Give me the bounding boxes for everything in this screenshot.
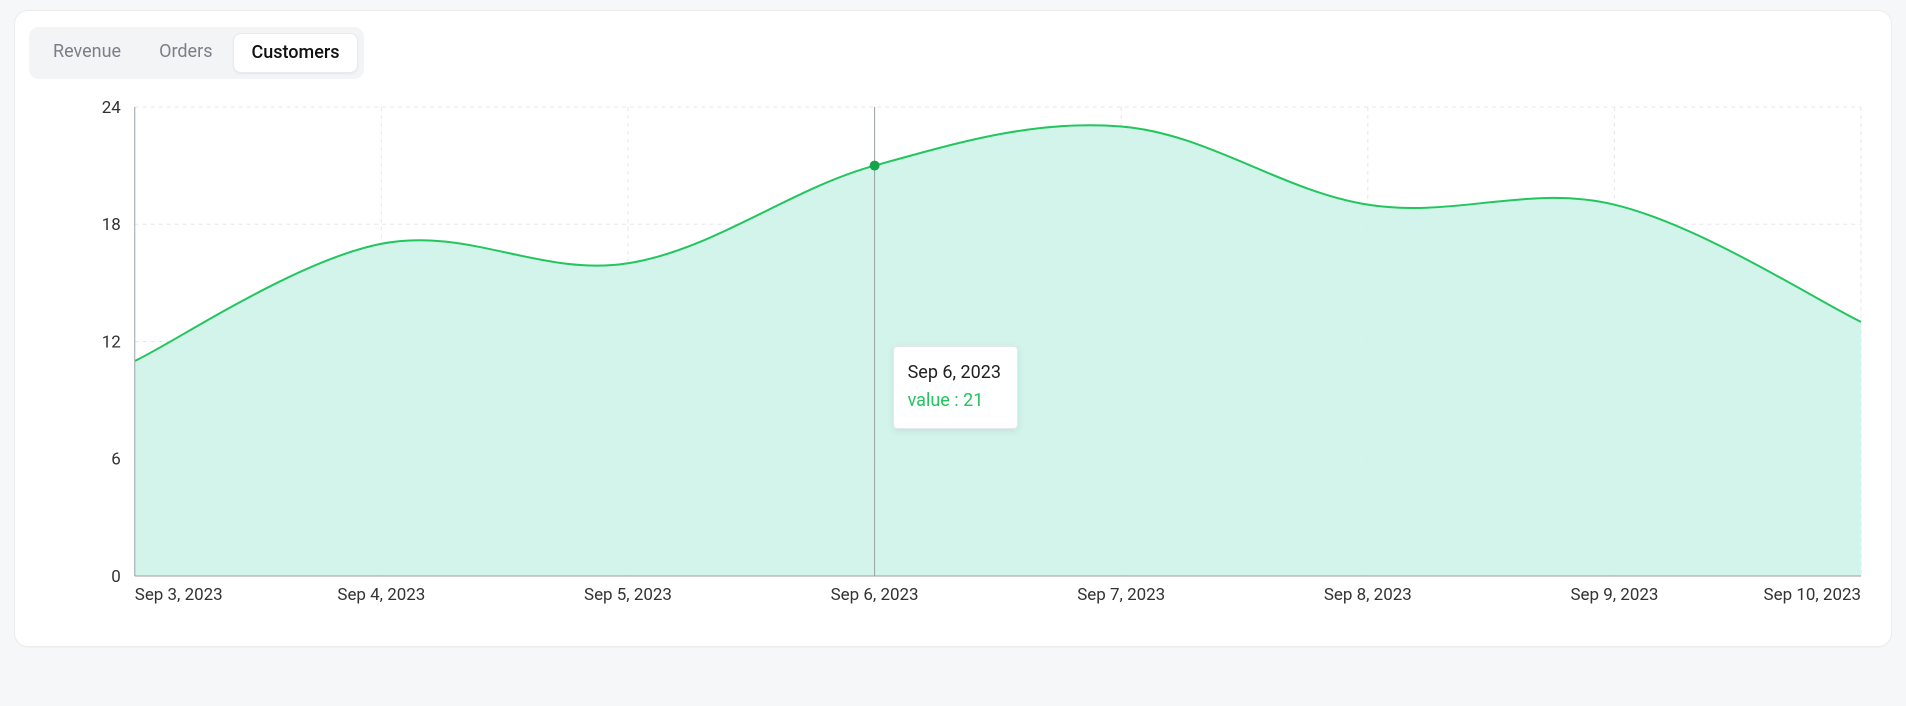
y-tick-label: 18: [102, 215, 121, 235]
chart-card: Revenue Orders Customers 0 6 12 18 24 Sep 3, …: [14, 10, 1892, 647]
y-tick-label: 6: [111, 450, 121, 470]
x-tick-label: Sep 10, 2023: [1764, 585, 1862, 605]
x-tick-label: Sep 3, 2023: [135, 585, 223, 605]
chart-area-wrapper: 0 6 12 18 24 Sep 3, 2023 Sep 4, 2023 Sep 5, 202…: [25, 87, 1881, 616]
x-tick-label: Sep 8, 2023: [1324, 585, 1412, 605]
x-tick-label: Sep 5, 2023: [584, 585, 672, 605]
x-tick-label: Sep 7, 2023: [1077, 585, 1165, 605]
tab-customers[interactable]: Customers: [233, 33, 359, 73]
x-tick-label: Sep 9, 2023: [1570, 585, 1658, 605]
x-tick-label: Sep 6, 2023: [831, 585, 919, 605]
y-tick-label: 12: [102, 332, 121, 352]
chart-tabs: Revenue Orders Customers: [29, 27, 364, 79]
tab-orders[interactable]: Orders: [141, 33, 230, 73]
y-tick-label: 24: [102, 98, 122, 118]
hover-point: [870, 161, 880, 171]
y-tick-label: 0: [111, 567, 121, 587]
customers-area-chart[interactable]: 0 6 12 18 24 Sep 3, 2023 Sep 4, 2023 Sep 5, 202…: [25, 87, 1881, 616]
tab-revenue[interactable]: Revenue: [35, 33, 139, 73]
x-tick-label: Sep 4, 2023: [337, 585, 425, 605]
series-area: [135, 125, 1861, 576]
